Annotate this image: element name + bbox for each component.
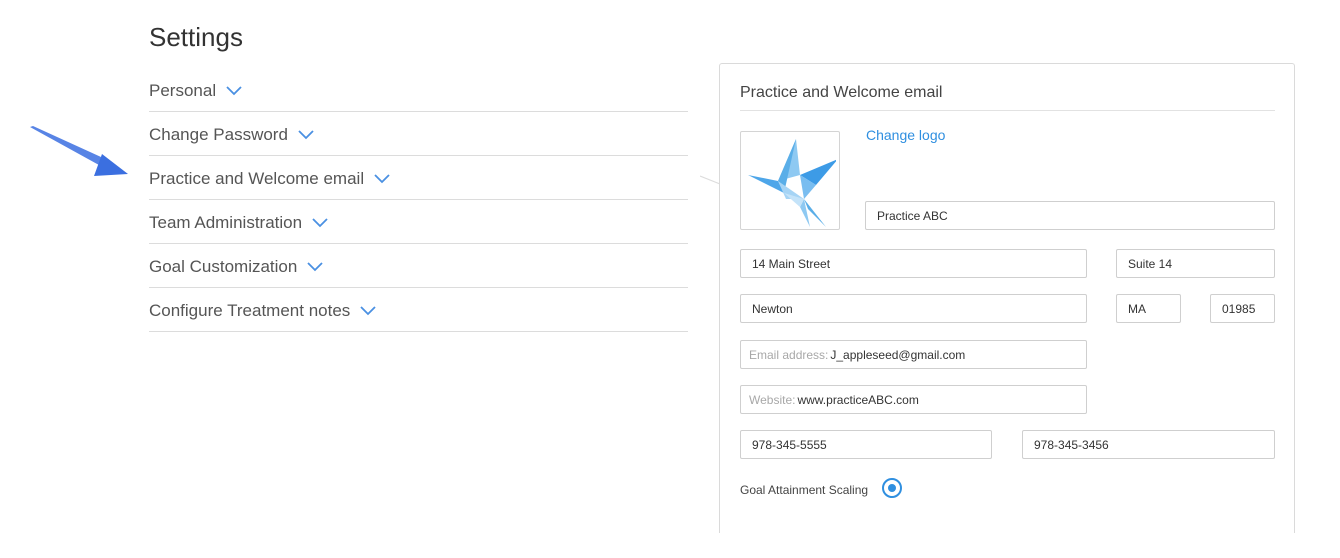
settings-item-label: Team Administration <box>149 212 303 232</box>
practice-name-input[interactable] <box>877 208 1263 223</box>
address-line2-field[interactable] <box>1116 249 1275 278</box>
settings-item-configure-treatment-notes[interactable]: Configure Treatment notes <box>149 288 688 332</box>
address-line1-input[interactable] <box>752 256 1075 271</box>
email-field[interactable]: Email address: J_appleseed@gmail.com <box>740 340 1087 369</box>
settings-item-personal[interactable]: Personal <box>149 68 688 112</box>
settings-item-label: Personal <box>149 80 217 100</box>
city-field[interactable] <box>740 294 1087 323</box>
settings-item-label: Change Password <box>149 124 288 144</box>
settings-item-label: Goal Customization <box>149 256 298 276</box>
change-logo-link[interactable]: Change logo <box>866 127 945 143</box>
address-line1-field[interactable] <box>740 249 1087 278</box>
radio-selected-dot <box>888 484 896 492</box>
chevron-down-icon <box>298 129 314 140</box>
website-field[interactable]: Website: www.practiceABC.com <box>740 385 1087 414</box>
goal-attainment-label: Goal Attainment Scaling <box>740 483 869 497</box>
zip-input[interactable] <box>1222 301 1263 316</box>
phone1-input[interactable] <box>752 437 980 452</box>
email-value: J_appleseed@gmail.com <box>830 347 966 362</box>
chevron-down-icon <box>374 173 390 184</box>
settings-item-change-password[interactable]: Change Password <box>149 112 688 156</box>
logo-box <box>740 131 840 230</box>
arrow-pointer <box>30 126 128 176</box>
goal-attainment-radio[interactable] <box>882 478 902 498</box>
website-value: www.practiceABC.com <box>797 392 919 407</box>
settings-item-goal-customization[interactable]: Goal Customization <box>149 244 688 288</box>
settings-item-label: Practice and Welcome email <box>149 168 365 188</box>
chevron-down-icon <box>312 217 328 228</box>
zip-field[interactable] <box>1210 294 1275 323</box>
chevron-down-icon <box>360 305 376 316</box>
state-field[interactable] <box>1116 294 1181 323</box>
practice-name-field[interactable] <box>865 201 1275 230</box>
email-placeholder: Email address: <box>749 347 829 362</box>
city-input[interactable] <box>752 301 1075 316</box>
settings-item-team-administration[interactable]: Team Administration <box>149 200 688 244</box>
settings-item-label: Configure Treatment notes <box>149 300 351 320</box>
chevron-down-icon <box>226 85 242 96</box>
phone1-field[interactable] <box>740 430 992 459</box>
phone2-input[interactable] <box>1034 437 1263 452</box>
settings-item-practice-welcome-email[interactable]: Practice and Welcome email <box>149 156 688 200</box>
chevron-down-icon <box>307 261 323 272</box>
website-placeholder: Website: <box>749 392 796 407</box>
page-title: Settings <box>149 22 243 52</box>
panel-title: Practice and Welcome email <box>740 84 1275 111</box>
address-line2-input[interactable] <box>1128 256 1263 271</box>
phone2-field[interactable] <box>1022 430 1275 459</box>
practice-email-panel: Practice and Welcome email Change logo E <box>719 63 1295 533</box>
state-input[interactable] <box>1128 301 1169 316</box>
settings-list: Personal Change Password Practice and We… <box>149 68 688 332</box>
bird-logo <box>748 138 836 227</box>
